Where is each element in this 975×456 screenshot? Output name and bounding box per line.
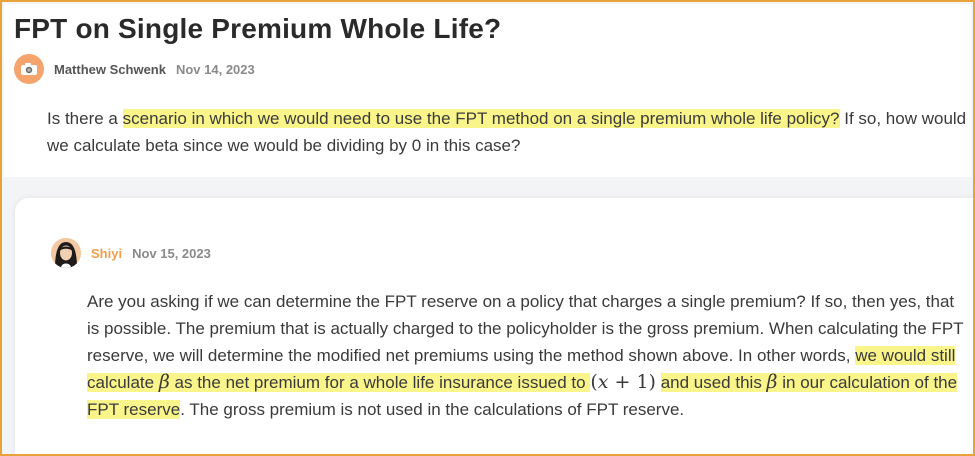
question-highlight: scenario in which we would need to use t…: [122, 109, 840, 128]
question-date: Nov 14, 2023: [175, 61, 255, 77]
question-text-pre: Is there a: [47, 109, 123, 128]
math-x-plus-1: (x + 1): [590, 371, 656, 393]
answer-author[interactable]: Shiyi: [91, 246, 122, 261]
answer-text-1: Are you asking if we can determine the F…: [87, 292, 964, 365]
question-body: Is there a scenario in which we would ne…: [47, 105, 967, 159]
page-frame: FPT on Single Premium Whole Life? Matthe…: [0, 0, 975, 456]
page-title: FPT on Single Premium Whole Life?: [14, 13, 502, 44]
answer-text-2: . The gross premium is not used in the c…: [180, 400, 685, 419]
beta-symbol-2: β: [766, 371, 778, 393]
answer-card: Shiyi Nov 15, 2023 Are you asking if we …: [15, 198, 973, 454]
question-card: FPT on Single Premium Whole Life? Matthe…: [4, 4, 971, 177]
question-author[interactable]: Matthew Schwenk: [54, 62, 166, 77]
beta-symbol: β: [158, 371, 170, 393]
answer-body: Are you asking if we can determine the F…: [87, 288, 967, 423]
answer-date: Nov 15, 2023: [132, 245, 211, 261]
question-meta: Matthew Schwenk Nov 14, 2023: [14, 54, 255, 84]
camera-icon[interactable]: [14, 54, 44, 84]
answer-meta: Shiyi Nov 15, 2023: [51, 238, 211, 268]
person-avatar[interactable]: [51, 238, 81, 268]
